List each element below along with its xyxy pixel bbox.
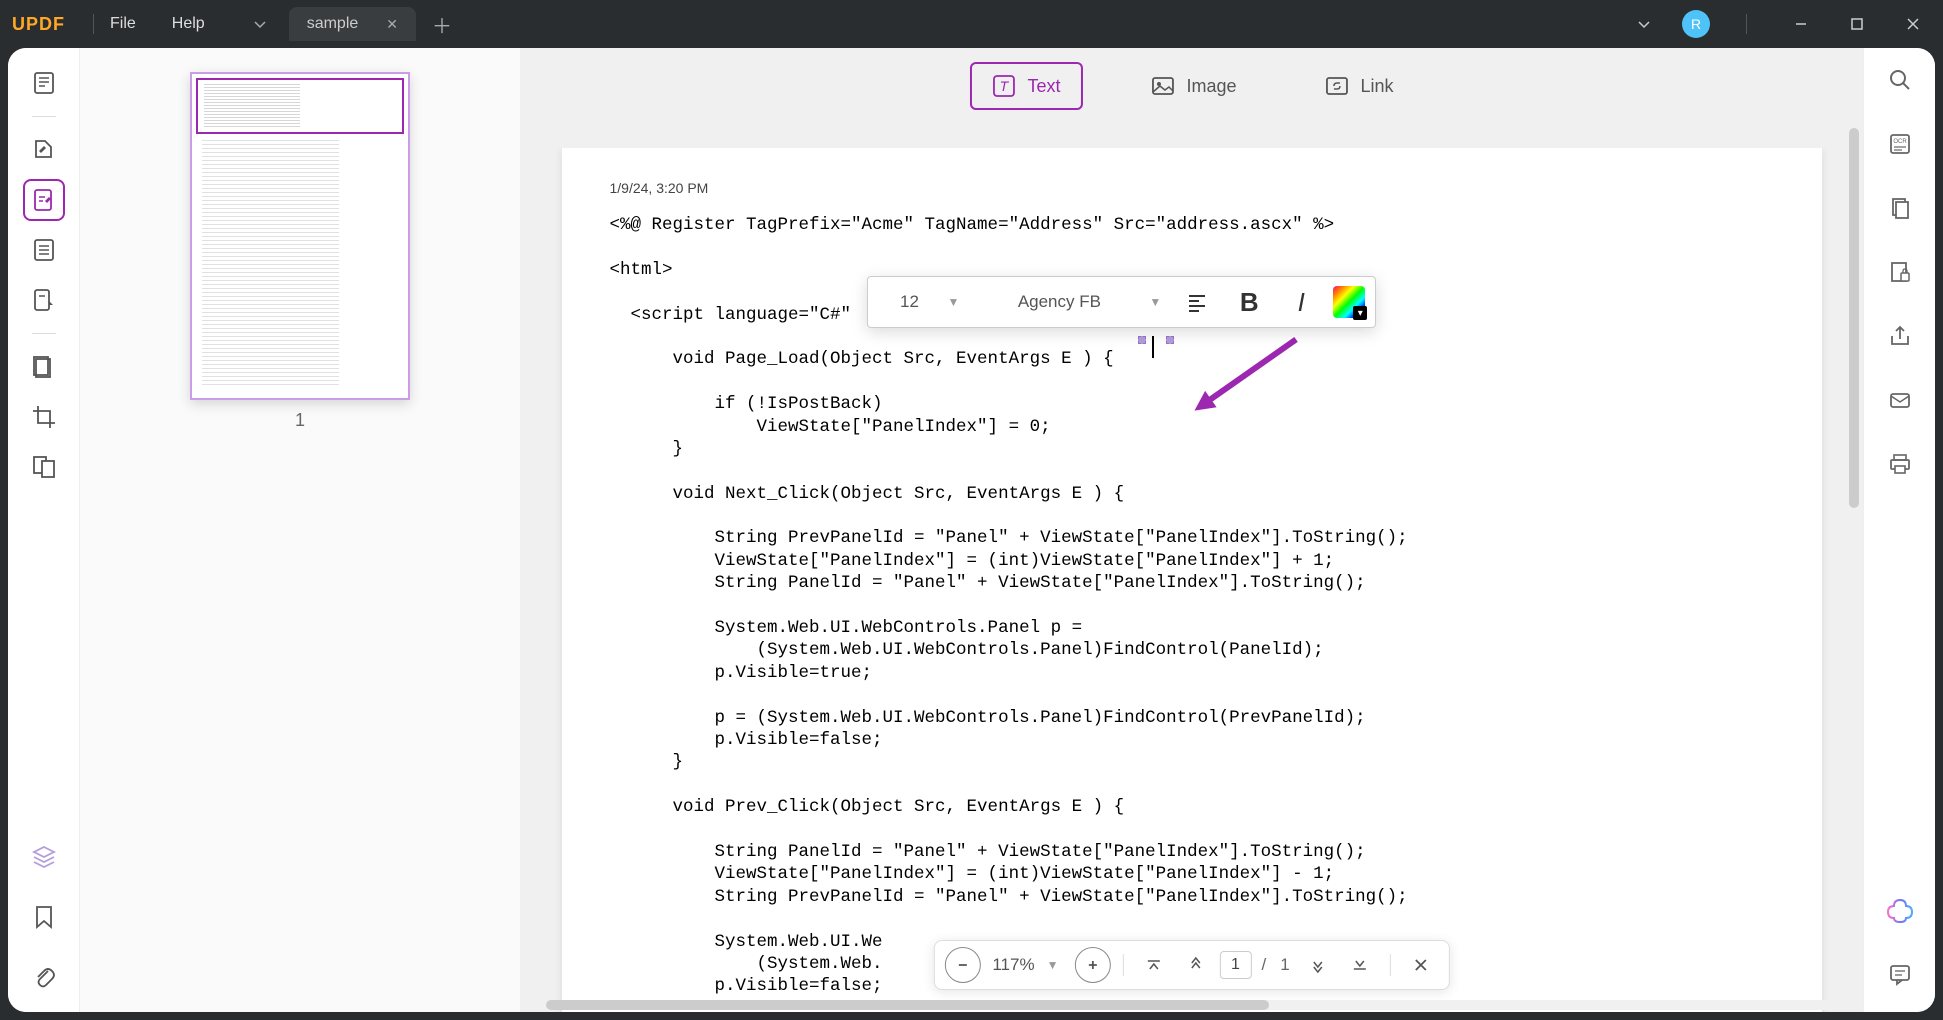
font-family-input[interactable] (969, 292, 1149, 312)
last-page-icon[interactable] (1342, 947, 1378, 983)
batch-icon[interactable] (1882, 190, 1918, 226)
window-maximize-icon[interactable] (1839, 6, 1875, 42)
window-minimize-icon[interactable] (1783, 6, 1819, 42)
current-page-input[interactable] (1219, 951, 1251, 979)
font-family-dropdown-icon[interactable]: ▼ (1149, 295, 1161, 309)
zoom-in-button[interactable] (1074, 947, 1110, 983)
tab-sample[interactable]: sample ✕ (289, 7, 416, 41)
document-page[interactable]: 1/9/24, 3:20 PM <%@ Register TagPrefix="… (562, 148, 1822, 1012)
main-area: 1 T Text Image Link 1/9/24, 3:20 PM <%@ … (8, 48, 1935, 1012)
thumbnail-preview (196, 134, 404, 394)
right-toolbar-bottom (1882, 892, 1918, 992)
menu-help[interactable]: Help (172, 15, 205, 33)
edit-link-label: Link (1361, 76, 1394, 97)
window-close-icon[interactable] (1895, 6, 1931, 42)
menu-file[interactable]: File (110, 15, 136, 33)
zoom-out-button[interactable] (944, 947, 980, 983)
print-icon[interactable] (1882, 446, 1918, 482)
close-pager-icon[interactable] (1403, 947, 1439, 983)
protect-icon[interactable] (1882, 254, 1918, 290)
titlebar-right: R (1626, 6, 1931, 42)
svg-text:T: T (999, 78, 1009, 94)
email-icon[interactable] (1882, 382, 1918, 418)
document-viewport[interactable]: 1/9/24, 3:20 PM <%@ Register TagPrefix="… (546, 148, 1837, 1012)
ocr-icon[interactable]: OCR (1882, 126, 1918, 162)
font-size-dropdown-icon[interactable]: ▼ (948, 295, 960, 309)
text-cursor (1152, 336, 1154, 358)
thumbnail-page-number: 1 (108, 410, 492, 431)
resize-handle[interactable] (1166, 336, 1174, 344)
tool-bookmark-icon[interactable] (23, 896, 65, 938)
tab-bar: sample ✕ ＋ (289, 7, 452, 41)
titlebar: UPDF File Help sample ✕ ＋ R (0, 0, 1943, 48)
tool-form-icon[interactable] (23, 279, 65, 321)
chat-icon[interactable] (1882, 956, 1918, 992)
tab-title: sample (307, 15, 359, 33)
ai-assistant-icon[interactable] (1882, 892, 1918, 928)
text-color-picker[interactable] (1333, 286, 1365, 318)
left-toolbar-bottom (23, 836, 65, 998)
user-avatar[interactable]: R (1682, 10, 1710, 38)
right-toolbar: OCR (1863, 48, 1935, 1012)
horizontal-scrollbar[interactable] (546, 1000, 1837, 1010)
tool-compare-icon[interactable] (23, 446, 65, 488)
document-timestamp: 1/9/24, 3:20 PM (610, 180, 1774, 196)
edit-link-button[interactable]: Link (1305, 64, 1414, 108)
tool-layers-icon[interactable] (23, 836, 65, 878)
divider (93, 14, 94, 34)
divider (1746, 14, 1747, 34)
resize-handle[interactable] (1138, 336, 1146, 344)
avatar-initial: R (1691, 16, 1701, 32)
edit-image-label: Image (1186, 76, 1236, 97)
page-navigation-toolbar: 117% ▼ / 1 (933, 940, 1449, 990)
menu-dropdown-icon[interactable] (251, 15, 269, 33)
bold-button[interactable]: B (1223, 280, 1275, 324)
page-separator: / (1261, 955, 1266, 975)
tab-add-icon[interactable]: ＋ (432, 10, 452, 39)
text-format-toolbar: ▼ ▼ B I (867, 276, 1377, 328)
search-icon[interactable] (1882, 62, 1918, 98)
tool-organize-icon[interactable] (23, 229, 65, 271)
edit-image-button[interactable]: Image (1130, 64, 1256, 108)
zoom-dropdown-icon[interactable]: ▼ (1047, 958, 1059, 972)
separator (1390, 954, 1391, 976)
vertical-scrollbar[interactable] (1849, 128, 1859, 972)
text-selection-handles[interactable] (1138, 336, 1174, 358)
first-page-icon[interactable] (1135, 947, 1171, 983)
document-code-content[interactable]: <%@ Register TagPrefix="Acme" TagName="A… (610, 214, 1774, 998)
app-logo: UPDF (12, 14, 65, 35)
chevron-down-icon[interactable] (1626, 6, 1662, 42)
zoom-level: 117% (986, 955, 1040, 975)
prev-page-icon[interactable] (1177, 947, 1213, 983)
edit-text-label: Text (1027, 76, 1060, 97)
separator (32, 116, 56, 117)
next-page-icon[interactable] (1300, 947, 1336, 983)
total-pages: 1 (1280, 955, 1289, 975)
tool-crop-icon[interactable] (23, 396, 65, 438)
edit-type-toolbar: T Text Image Link (969, 62, 1413, 110)
tool-comment-icon[interactable] (23, 129, 65, 171)
tool-edit-icon[interactable] (23, 179, 65, 221)
separator (1122, 954, 1123, 976)
share-icon[interactable] (1882, 318, 1918, 354)
tool-reader-icon[interactable] (23, 62, 65, 104)
page-thumbnail[interactable] (190, 72, 410, 400)
tab-close-icon[interactable]: ✕ (386, 16, 398, 33)
thumbnail-panel: 1 (80, 48, 520, 1012)
separator (32, 333, 56, 334)
tool-attachment-icon[interactable] (23, 956, 65, 998)
align-left-icon[interactable] (1171, 280, 1223, 324)
font-size-input[interactable] (872, 292, 948, 312)
svg-text:OCR: OCR (1893, 139, 1907, 145)
left-toolbar (8, 48, 80, 1012)
edit-text-button[interactable]: T Text (969, 62, 1082, 110)
italic-button[interactable]: I (1275, 280, 1327, 324)
content-area: T Text Image Link 1/9/24, 3:20 PM <%@ Re… (520, 48, 1863, 1012)
tool-redact-icon[interactable] (23, 346, 65, 388)
thumbnail-highlight (196, 78, 404, 134)
